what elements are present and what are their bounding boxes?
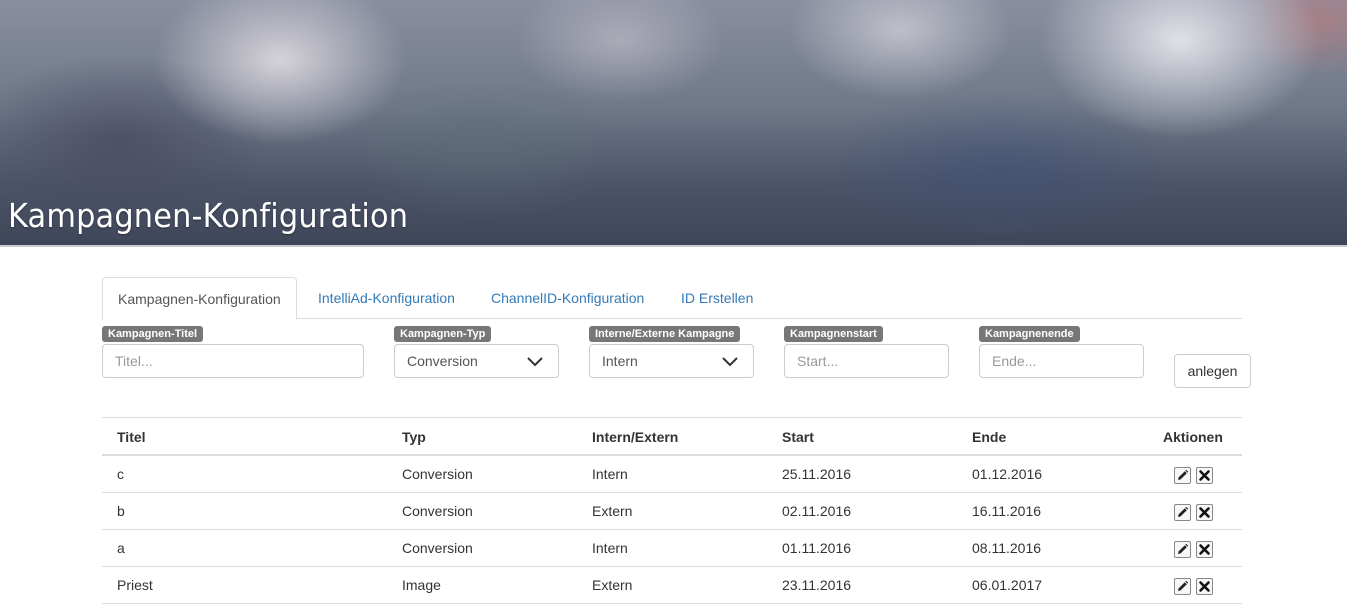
edit-button[interactable] (1174, 504, 1191, 521)
row-actions (1174, 467, 1213, 484)
cell-type: Conversion (402, 503, 473, 519)
label-intern-extern: Interne/Externe Kampagne (589, 326, 741, 342)
delete-button[interactable] (1196, 541, 1213, 558)
cell-type: Conversion (402, 540, 473, 556)
cell-type: Conversion (402, 466, 473, 482)
cell-title: b (117, 503, 125, 519)
pencil-icon (1178, 543, 1189, 554)
x-icon (1199, 507, 1210, 518)
edit-button[interactable] (1174, 541, 1191, 558)
cell-end: 01.12.2016 (972, 466, 1043, 482)
row-actions (1174, 504, 1213, 521)
delete-button[interactable] (1196, 504, 1213, 521)
cell-start: 02.11.2016 (782, 503, 852, 519)
pencil-icon (1178, 580, 1189, 591)
column-header-intern-extern: Intern/Extern (592, 429, 679, 445)
cell-end: 08.11.2016 (972, 540, 1042, 556)
column-header-start: Start (782, 429, 814, 445)
table-row: a Conversion Intern 01.11.2016 08.11.201… (102, 530, 1242, 567)
cell-intern-extern: Intern (592, 466, 628, 482)
tab-id-erstellen[interactable]: ID Erstellen (666, 277, 768, 319)
cell-end: 16.11.2016 (972, 503, 1042, 519)
table-row: c Conversion Intern 25.11.2016 01.12.201… (102, 456, 1242, 493)
cell-start: 25.11.2016 (782, 466, 852, 482)
label-kampagnenende: Kampagnenende (979, 326, 1080, 342)
label-kampagnenstart: Kampagnenstart (784, 326, 883, 342)
cell-type: Image (402, 577, 441, 593)
label-kampagnen-typ: Kampagnen-Typ (394, 326, 492, 342)
row-actions (1174, 578, 1213, 595)
tab-bar: Kampagnen-Konfiguration IntelliAd-Konfig… (102, 277, 1242, 320)
chevron-down-icon (722, 357, 738, 367)
header-banner: Kampagnen-Konfiguration (0, 0, 1347, 247)
edit-button[interactable] (1174, 467, 1191, 484)
table-header-row: Titel Typ Intern/Extern Start Ende Aktio… (102, 418, 1242, 456)
tab-kampagnen-konfiguration[interactable]: Kampagnen-Konfiguration (102, 277, 297, 320)
type-select[interactable]: Conversion (394, 344, 559, 378)
edit-button[interactable] (1174, 578, 1191, 595)
chevron-down-icon (527, 357, 543, 367)
column-header-ende: Ende (972, 429, 1007, 445)
title-input[interactable] (102, 344, 364, 378)
column-header-aktionen: Aktionen (1163, 429, 1223, 445)
delete-button[interactable] (1196, 578, 1213, 595)
campaign-table: Titel Typ Intern/Extern Start Ende Aktio… (102, 417, 1242, 604)
end-date-input[interactable] (979, 344, 1144, 378)
x-icon (1199, 581, 1210, 592)
table-row: b Conversion Extern 02.11.2016 16.11.201… (102, 493, 1242, 530)
label-kampagnen-titel: Kampagnen-Titel (102, 326, 204, 342)
delete-button[interactable] (1196, 467, 1213, 484)
x-icon (1199, 544, 1210, 555)
type-select-value: Conversion (407, 353, 478, 369)
tab-intelliad-konfiguration[interactable]: IntelliAd-Konfiguration (303, 277, 470, 319)
page-title: Kampagnen-Konfiguration (8, 196, 409, 235)
cell-intern-extern: Intern (592, 540, 628, 556)
pencil-icon (1178, 506, 1189, 517)
create-button[interactable]: anlegen (1174, 354, 1251, 388)
pencil-icon (1178, 469, 1189, 480)
x-icon (1199, 470, 1210, 481)
intern-extern-select-value: Intern (602, 353, 638, 369)
row-actions (1174, 541, 1213, 558)
cell-end: 06.01.2017 (972, 577, 1043, 593)
intern-extern-select[interactable]: Intern (589, 344, 754, 378)
cell-start: 23.11.2016 (782, 577, 852, 593)
cell-title: c (117, 466, 124, 482)
cell-intern-extern: Extern (592, 577, 633, 593)
cell-title: a (117, 540, 125, 556)
cell-start: 01.11.2016 (782, 540, 852, 556)
tab-channelid-konfiguration[interactable]: ChannelID-Konfiguration (476, 277, 659, 319)
column-header-typ: Typ (402, 429, 426, 445)
cell-title: Priest (117, 577, 153, 593)
start-date-input[interactable] (784, 344, 949, 378)
cell-intern-extern: Extern (592, 503, 633, 519)
table-row: Priest Image Extern 23.11.2016 06.01.201… (102, 567, 1242, 604)
column-header-titel: Titel (117, 429, 146, 445)
